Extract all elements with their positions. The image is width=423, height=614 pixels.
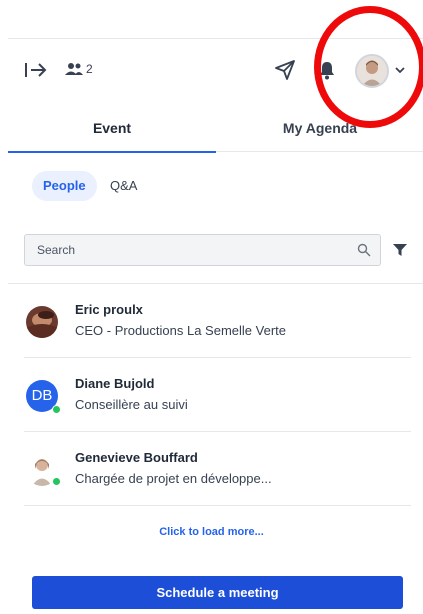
list-item[interactable]: Genevieve Bouffard Chargée de projet en … bbox=[24, 432, 411, 506]
top-divider bbox=[8, 38, 423, 39]
bell-icon[interactable] bbox=[318, 60, 336, 80]
chevron-down-icon[interactable] bbox=[394, 65, 406, 75]
list-item[interactable]: DB Diane Bujold Conseillère au suivi bbox=[24, 358, 411, 432]
schedule-meeting-button[interactable]: Schedule a meeting bbox=[32, 576, 403, 609]
person-title: Chargée de projet en développe... bbox=[75, 471, 272, 486]
person-name: Eric proulx bbox=[75, 302, 143, 317]
person-avatar bbox=[26, 306, 58, 338]
avatar[interactable] bbox=[355, 54, 389, 88]
tab-event-label: Event bbox=[92, 120, 132, 136]
tab-event[interactable]: Event bbox=[8, 108, 216, 153]
active-tab-indicator bbox=[8, 151, 216, 153]
tab-my-agenda-label: My Agenda bbox=[282, 120, 358, 136]
people-icon[interactable] bbox=[64, 62, 84, 76]
person-title: CEO - Productions La Semelle Verte bbox=[75, 323, 286, 338]
send-icon[interactable] bbox=[274, 59, 296, 81]
online-status-indicator bbox=[52, 405, 61, 414]
exit-icon[interactable] bbox=[24, 60, 48, 80]
main-tabs: Event My Agenda bbox=[8, 108, 423, 153]
attendee-count: 2 bbox=[86, 62, 93, 76]
person-name: Genevieve Bouffard bbox=[75, 450, 198, 465]
subtab-qa[interactable]: Q&A bbox=[110, 171, 137, 201]
tab-my-agenda[interactable]: My Agenda bbox=[216, 108, 423, 152]
person-title: Conseillère au suivi bbox=[75, 397, 188, 412]
toolbar: 2 bbox=[0, 40, 423, 102]
subtab-people[interactable]: People bbox=[32, 171, 97, 201]
search-input[interactable] bbox=[24, 234, 381, 266]
search-icon[interactable] bbox=[357, 243, 371, 257]
online-status-indicator bbox=[52, 477, 61, 486]
filter-icon[interactable] bbox=[393, 244, 407, 257]
load-more-link[interactable]: Click to load more... bbox=[0, 526, 423, 538]
list-item[interactable]: Eric proulx CEO - Productions La Semelle… bbox=[24, 284, 411, 358]
person-name: Diane Bujold bbox=[75, 376, 155, 391]
